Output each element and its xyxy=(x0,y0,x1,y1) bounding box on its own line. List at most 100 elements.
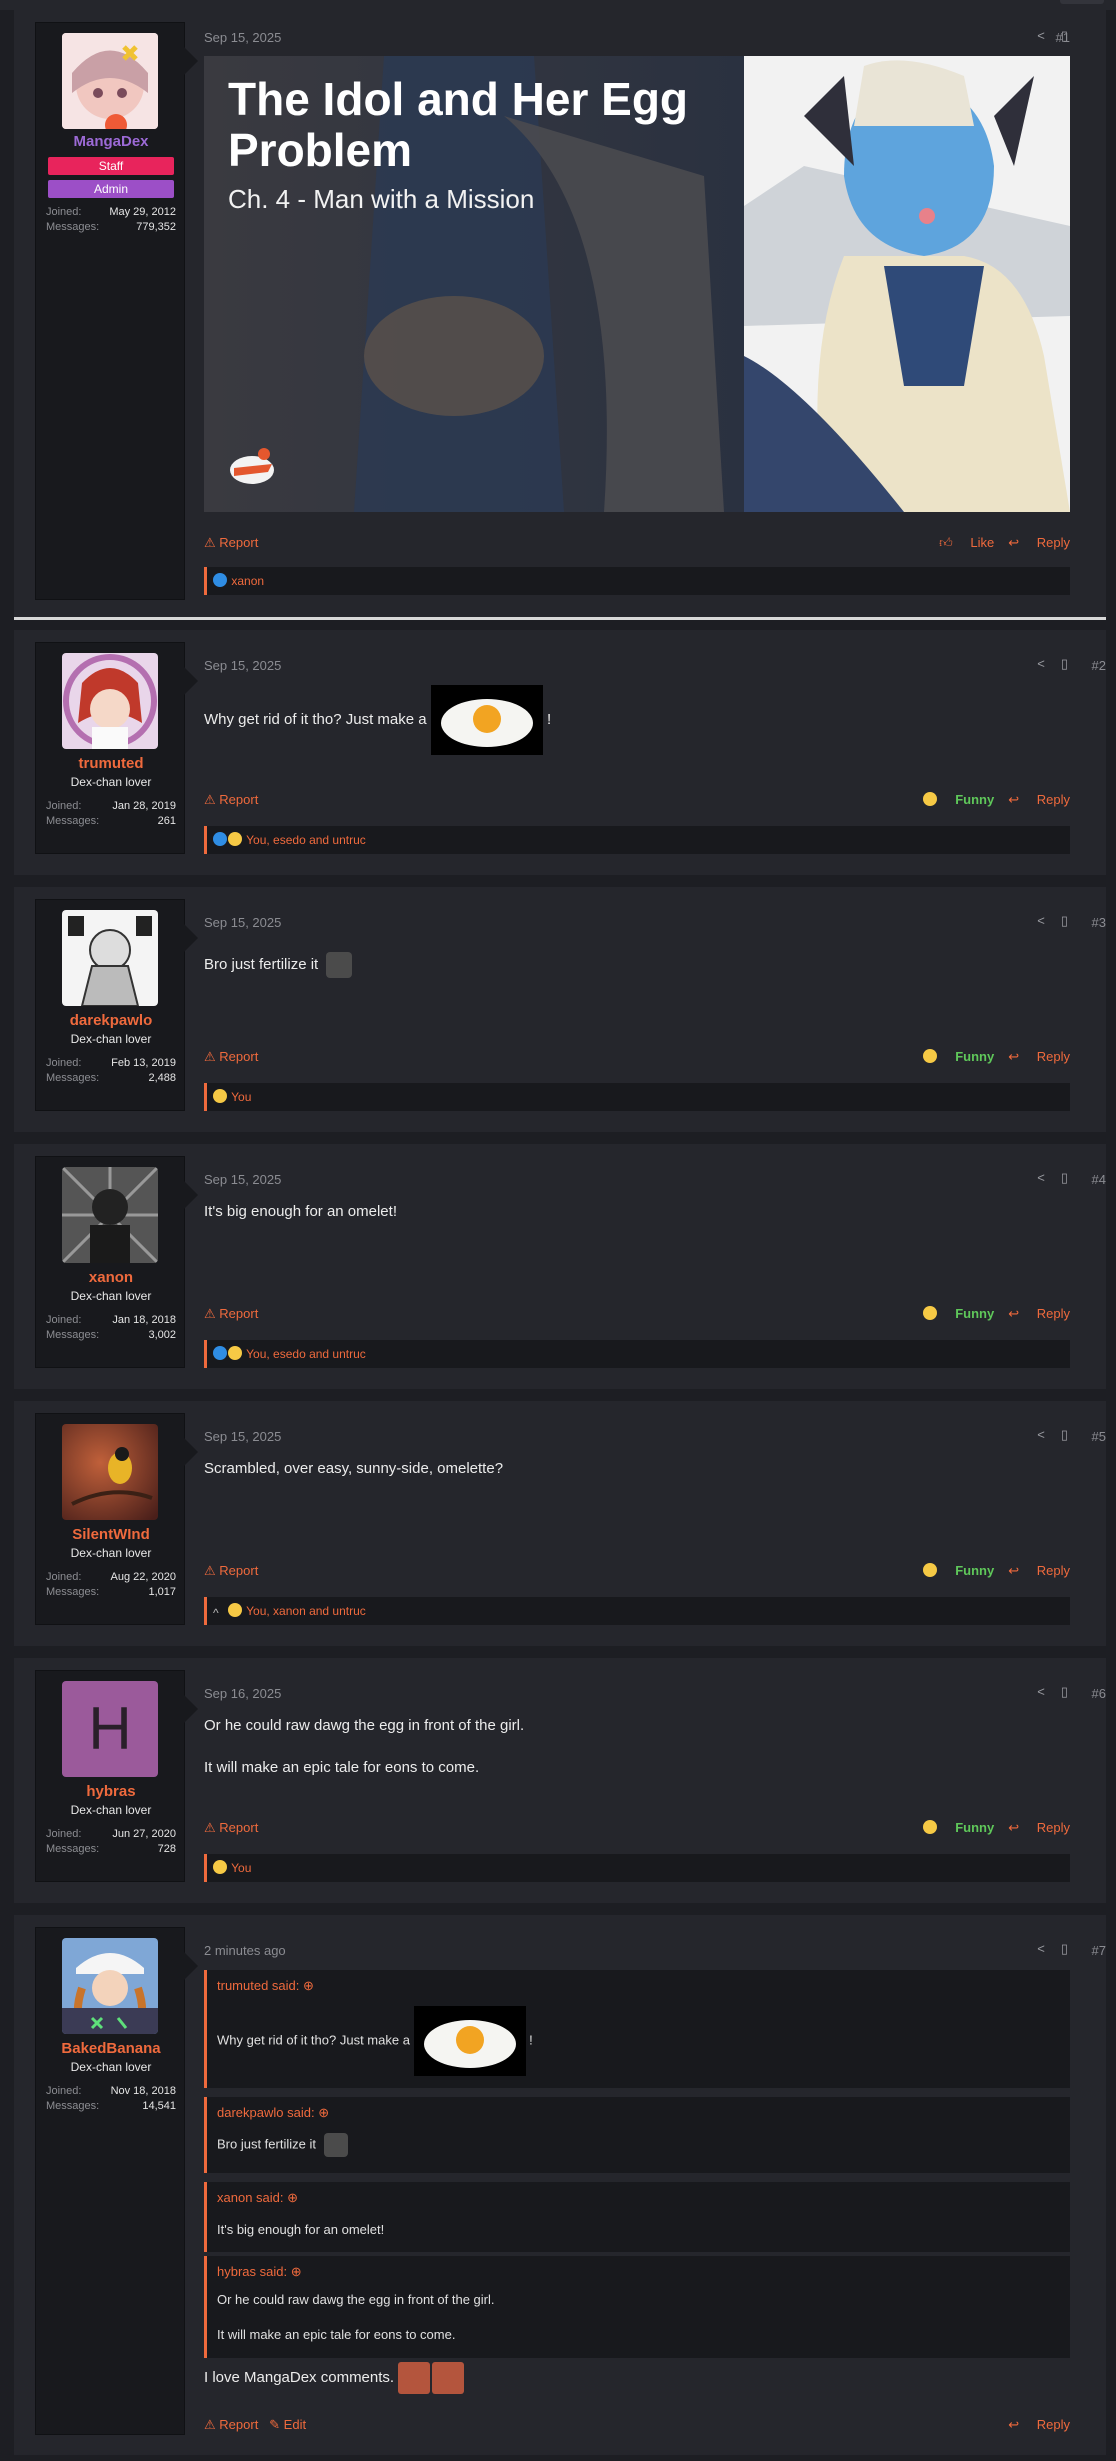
funny-button[interactable]: Funny xyxy=(909,1306,994,1321)
bookmark-icon[interactable]: ▯ xyxy=(1061,1684,1068,1699)
quote-author[interactable]: darekpawlo said: ⊕ xyxy=(217,2105,329,2121)
avatar[interactable]: H xyxy=(62,1681,158,1777)
report-label: Report xyxy=(219,1820,259,1835)
post-date[interactable]: Sep 15, 2025 xyxy=(204,915,281,930)
top-tab[interactable] xyxy=(1060,0,1104,4)
bookmark-icon[interactable]: ▯ xyxy=(1061,1170,1068,1185)
username[interactable]: SilentWInd xyxy=(36,1526,186,1543)
edit-label: Edit xyxy=(283,2417,307,2432)
emote-image[interactable] xyxy=(432,2362,465,2394)
bookmark-icon[interactable]: ▯ xyxy=(1061,656,1068,671)
reply-button[interactable]: ↩ Reply xyxy=(1008,1563,1070,1578)
quote-body: Or he could raw dawg the egg in front of… xyxy=(217,2292,1057,2342)
username[interactable]: trumuted xyxy=(36,755,186,772)
like-button[interactable]: 👍︎ Like xyxy=(939,535,994,550)
post-number[interactable]: #2 xyxy=(1076,658,1106,673)
bookmark-icon[interactable]: ▯ xyxy=(1061,1941,1068,1956)
avatar[interactable] xyxy=(62,1938,158,2034)
funny-button[interactable]: Funny xyxy=(909,1049,994,1064)
user-title: Dex-chan lover xyxy=(70,1546,152,1560)
share-icon[interactable]: < xyxy=(1037,1684,1045,1699)
avatar[interactable] xyxy=(62,910,158,1006)
username[interactable]: BakedBanana xyxy=(36,2040,186,2057)
admin-badge: Admin xyxy=(48,180,174,198)
reactions-bar[interactable]: ^ You, xanon and untruc xyxy=(204,1597,1070,1625)
messages-value: 261 xyxy=(157,815,176,827)
post-date[interactable]: Sep 15, 2025 xyxy=(204,1172,281,1187)
post-number[interactable]: #3 xyxy=(1076,915,1106,930)
quote-author[interactable]: hybras said: ⊕ xyxy=(217,2264,302,2280)
post-date[interactable]: Sep 15, 2025 xyxy=(204,1429,281,1444)
funny-button[interactable]: Funny xyxy=(909,1563,995,1578)
emote-image[interactable] xyxy=(326,952,353,978)
quote-block: trumuted said: ⊕ Why get rid of it tho? … xyxy=(204,1970,1070,2088)
reply-button[interactable]: ↩ Reply xyxy=(1008,535,1070,550)
username[interactable]: darekpawlo xyxy=(36,1012,186,1029)
post-date[interactable]: Sep 16, 2025 xyxy=(204,1686,281,1701)
share-icon[interactable]: < xyxy=(1037,656,1045,671)
reply-button[interactable]: ↩ Reply xyxy=(1008,1820,1070,1835)
arrow-up-circle-icon[interactable]: ⊕ xyxy=(287,2190,298,2205)
post-date[interactable]: 2 minutes ago xyxy=(204,1943,286,1958)
avatar[interactable] xyxy=(62,33,158,129)
funny-label: Funny xyxy=(955,1563,995,1578)
reply-button[interactable]: ↩ Reply xyxy=(1008,2417,1070,2432)
reactions-bar[interactable]: You, esedo and untruc xyxy=(204,826,1070,854)
post-actions: ⚠ Report Funny ↩ Reply xyxy=(204,1563,1070,1581)
report-button[interactable]: ⚠ Report xyxy=(204,1820,258,1835)
reactions-bar[interactable]: You, esedo and untruc xyxy=(204,1340,1070,1368)
messages-stat: Messages: 1,017 xyxy=(46,1586,176,1598)
report-button[interactable]: ⚠ Report xyxy=(204,1049,258,1064)
emote-image[interactable] xyxy=(398,2362,431,2394)
username[interactable]: hybras xyxy=(36,1783,186,1800)
post-number[interactable]: #4 xyxy=(1076,1172,1106,1187)
quote-author[interactable]: xanon said: ⊕ xyxy=(217,2190,298,2206)
reply-button[interactable]: ↩ Reply xyxy=(1008,1049,1070,1064)
report-button[interactable]: ⚠ Report xyxy=(204,535,258,550)
report-button[interactable]: ⚠ Report xyxy=(204,1306,258,1321)
bookmark-icon[interactable]: ▯ xyxy=(1061,1427,1068,1442)
reply-button[interactable]: ↩ Reply xyxy=(1008,1306,1070,1321)
quote-body: It's big enough for an omelet! xyxy=(217,2222,385,2237)
chapter-banner[interactable]: The Idol and Her Egg Problem Ch. 4 - Man… xyxy=(204,56,1070,512)
post-number[interactable]: #5 xyxy=(1076,1429,1106,1444)
quote-author[interactable]: trumuted said: ⊕ xyxy=(217,1978,314,1994)
reactions-bar[interactable]: You xyxy=(204,1083,1070,1111)
edit-button[interactable]: ✎ Edit xyxy=(269,2417,306,2432)
reply-button[interactable]: ↩ Reply xyxy=(1008,792,1070,807)
messages-value: 3,002 xyxy=(148,1329,176,1341)
post-number[interactable]: #7 xyxy=(1076,1943,1106,1958)
username[interactable]: xanon xyxy=(36,1269,186,1286)
reactions-bar[interactable]: You xyxy=(204,1854,1070,1882)
share-icon[interactable]: < xyxy=(1037,913,1045,928)
report-button[interactable]: ⚠ Report xyxy=(204,2417,258,2432)
reactions-bar[interactable]: xanon xyxy=(204,567,1070,595)
arrow-up-circle-icon[interactable]: ⊕ xyxy=(303,1978,314,1993)
report-button[interactable]: ⚠ Report xyxy=(204,792,258,807)
post-number[interactable]: #6 xyxy=(1076,1686,1106,1701)
message-body: It's big enough for an omelet! xyxy=(204,1203,397,1220)
avatar[interactable] xyxy=(62,1424,158,1520)
bookmark-icon[interactable]: ▯ xyxy=(1061,913,1068,928)
emote-image[interactable] xyxy=(323,2133,348,2157)
laugh-icon xyxy=(922,1306,937,1320)
post-date[interactable]: Sep 15, 2025 xyxy=(204,30,281,45)
share-icon[interactable]: < xyxy=(1037,1427,1045,1442)
share-icon[interactable]: < xyxy=(1037,1941,1045,1956)
egg-image[interactable] xyxy=(430,685,543,755)
post-number[interactable]: #1 xyxy=(1040,30,1070,45)
funny-button[interactable]: Funny xyxy=(909,792,994,807)
egg-image[interactable] xyxy=(413,2006,526,2076)
report-label: Report xyxy=(219,535,259,550)
arrow-up-circle-icon[interactable]: ⊕ xyxy=(318,2105,329,2120)
funny-button[interactable]: Funny xyxy=(909,1820,994,1835)
share-icon[interactable]: < xyxy=(1037,1170,1045,1185)
report-button[interactable]: ⚠ Report xyxy=(204,1563,258,1578)
xanon-avatar-image xyxy=(62,1167,158,1263)
arrow-up-circle-icon[interactable]: ⊕ xyxy=(291,2264,302,2279)
avatar[interactable] xyxy=(62,653,158,749)
username[interactable]: MangaDex xyxy=(36,133,186,150)
post-date[interactable]: Sep 15, 2025 xyxy=(204,658,281,673)
avatar[interactable] xyxy=(62,1167,158,1263)
post-actions: ⚠ Report Funny ↩ Reply xyxy=(204,1049,1070,1067)
